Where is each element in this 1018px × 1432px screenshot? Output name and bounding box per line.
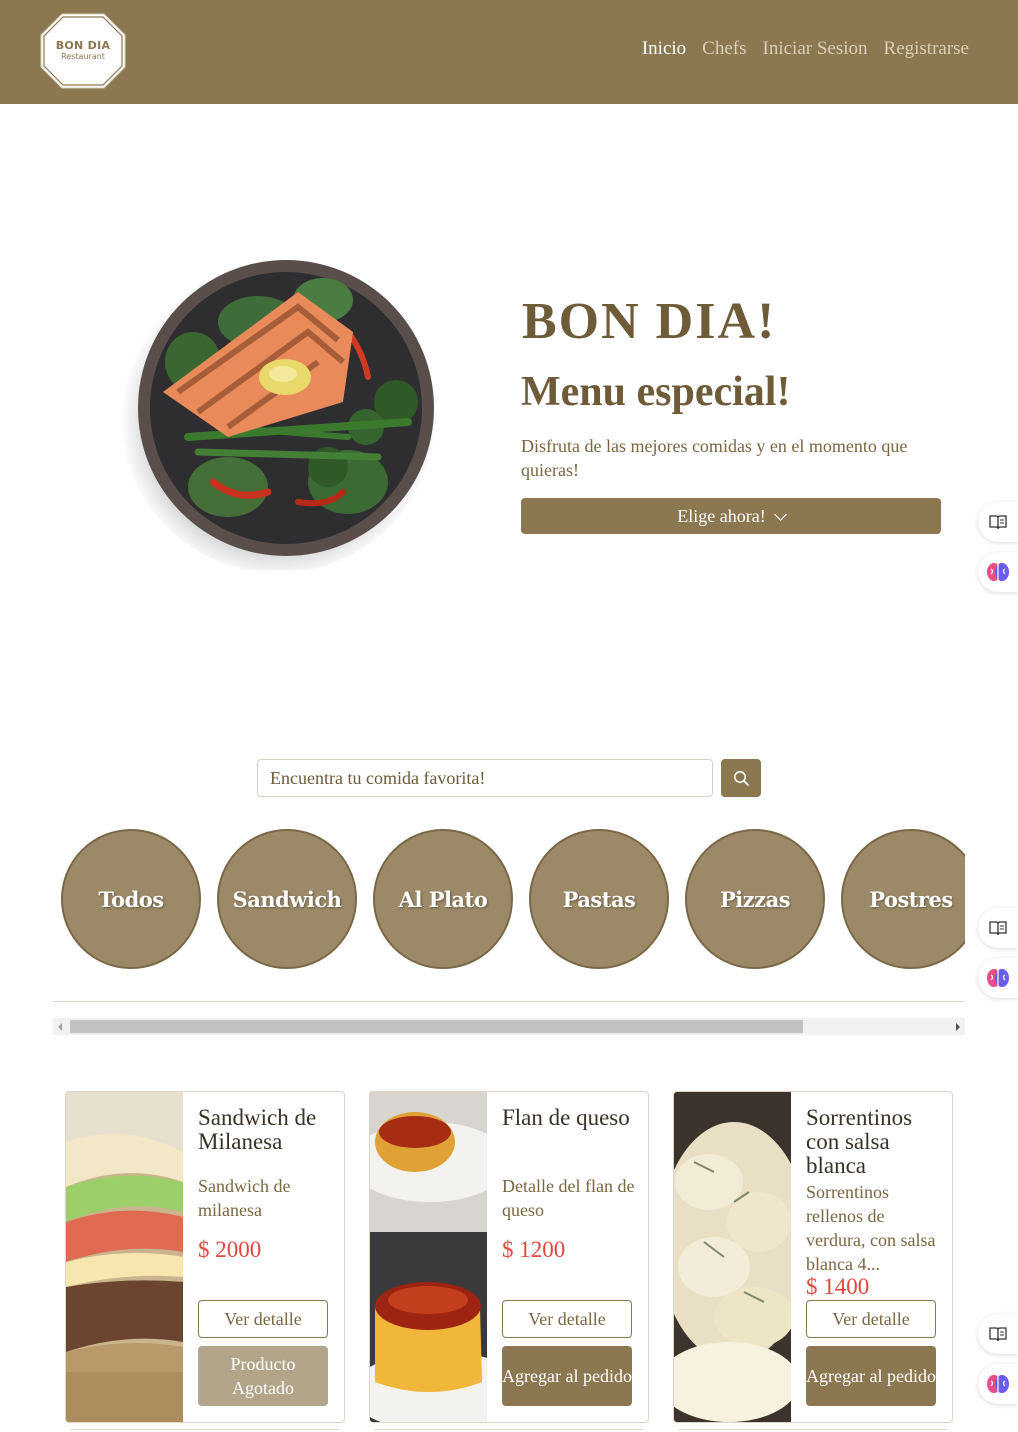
brand-name: BON DIA [55, 39, 111, 52]
book-icon [989, 1327, 1007, 1342]
product-image-flan [370, 1092, 487, 1422]
nav-link-iniciar-sesion[interactable]: Iniciar Sesion [763, 38, 868, 60]
food-search-input[interactable] [257, 759, 713, 797]
category-pastas[interactable]: Pastas [529, 829, 669, 969]
category-pizzas[interactable]: Pizzas [685, 829, 825, 969]
product-description: Sandwich de milanesa [198, 1176, 291, 1220]
nav-link-inicio[interactable]: Inicio [642, 38, 686, 60]
hero-title: BON DIA! [522, 293, 777, 350]
product-title: Sandwich de Milanesa [198, 1105, 317, 1154]
book-icon [989, 515, 1007, 530]
product-card: Sandwich de Milanesa Sandwich de milanes… [65, 1091, 345, 1423]
search-icon [734, 771, 749, 786]
choose-now-label: Elige ahora! [677, 505, 766, 526]
view-detail-button[interactable]: Ver detalle [502, 1300, 632, 1338]
ai-widget-button[interactable] [978, 1364, 1018, 1404]
chevron-down-icon [773, 507, 787, 521]
view-detail-button[interactable]: Ver detalle [806, 1300, 936, 1338]
product-title: Sorrentinos con salsa blanca [806, 1105, 913, 1178]
product-card: Sorrentinos con salsa blanca Sorrentinos… [673, 1091, 953, 1423]
book-icon [989, 921, 1007, 936]
search-button[interactable] [721, 759, 761, 797]
hero-dish-image [118, 252, 440, 573]
category-postres[interactable]: Postres [841, 829, 965, 969]
product-image-sorrentinos [674, 1092, 791, 1422]
category-todos[interactable]: Todos [61, 829, 201, 969]
reader-widget-button[interactable] [978, 502, 1018, 542]
view-detail-button[interactable]: Ver detalle [198, 1300, 328, 1338]
ai-widget-button[interactable] [978, 958, 1018, 998]
category-scrollbar[interactable] [53, 1018, 965, 1035]
hero-description: Disfruta de las mejores comidas y en el … [521, 436, 908, 480]
scroll-left-icon[interactable] [58, 1023, 62, 1031]
brand-tagline: Restaurant [61, 52, 105, 61]
category-carousel: Todos Sandwich Al Plato Pastas Pizzas Po… [53, 826, 965, 972]
product-price: $ 1200 [502, 1237, 566, 1262]
section-divider [53, 1001, 965, 1002]
hero-subtitle: Menu especial! [521, 369, 791, 415]
category-al-plato[interactable]: Al Plato [373, 829, 513, 969]
product-card: Flan de queso Detalle del flan de queso … [369, 1091, 649, 1423]
scrollbar-thumb[interactable] [70, 1020, 803, 1033]
ai-widget-button[interactable] [978, 552, 1018, 592]
product-title: Flan de queso [502, 1105, 630, 1130]
category-sandwich[interactable]: Sandwich [217, 829, 357, 969]
brain-icon [987, 969, 1009, 987]
product-price: $ 2000 [198, 1237, 262, 1262]
nav-link-chefs[interactable]: Chefs [702, 38, 746, 60]
add-to-order-button[interactable]: Agregar al pedido [806, 1346, 936, 1406]
brand-logo[interactable]: BON DIA Restaurant [40, 13, 126, 89]
reader-widget-button[interactable] [978, 908, 1018, 948]
nav-links: Inicio Chefs Iniciar Sesion Registrarse [642, 38, 969, 60]
product-price: $ 1400 [806, 1274, 870, 1299]
product-description: Detalle del flan de queso [502, 1176, 635, 1220]
product-description: Sorrentinos rellenos de verdura, con sal… [806, 1182, 936, 1274]
product-image-sandwich [66, 1092, 183, 1422]
choose-now-button[interactable]: Elige ahora! [521, 498, 941, 534]
add-to-order-button[interactable]: Agregar al pedido [502, 1346, 632, 1406]
navbar: BON DIA Restaurant Inicio Chefs Iniciar … [0, 0, 1018, 104]
brain-icon [987, 563, 1009, 581]
brain-icon [987, 1375, 1009, 1393]
reader-widget-button[interactable] [978, 1314, 1018, 1354]
scroll-right-icon[interactable] [956, 1023, 960, 1031]
sold-out-button[interactable]: Producto Agotado [198, 1346, 328, 1406]
nav-link-registrarse[interactable]: Registrarse [884, 38, 969, 60]
